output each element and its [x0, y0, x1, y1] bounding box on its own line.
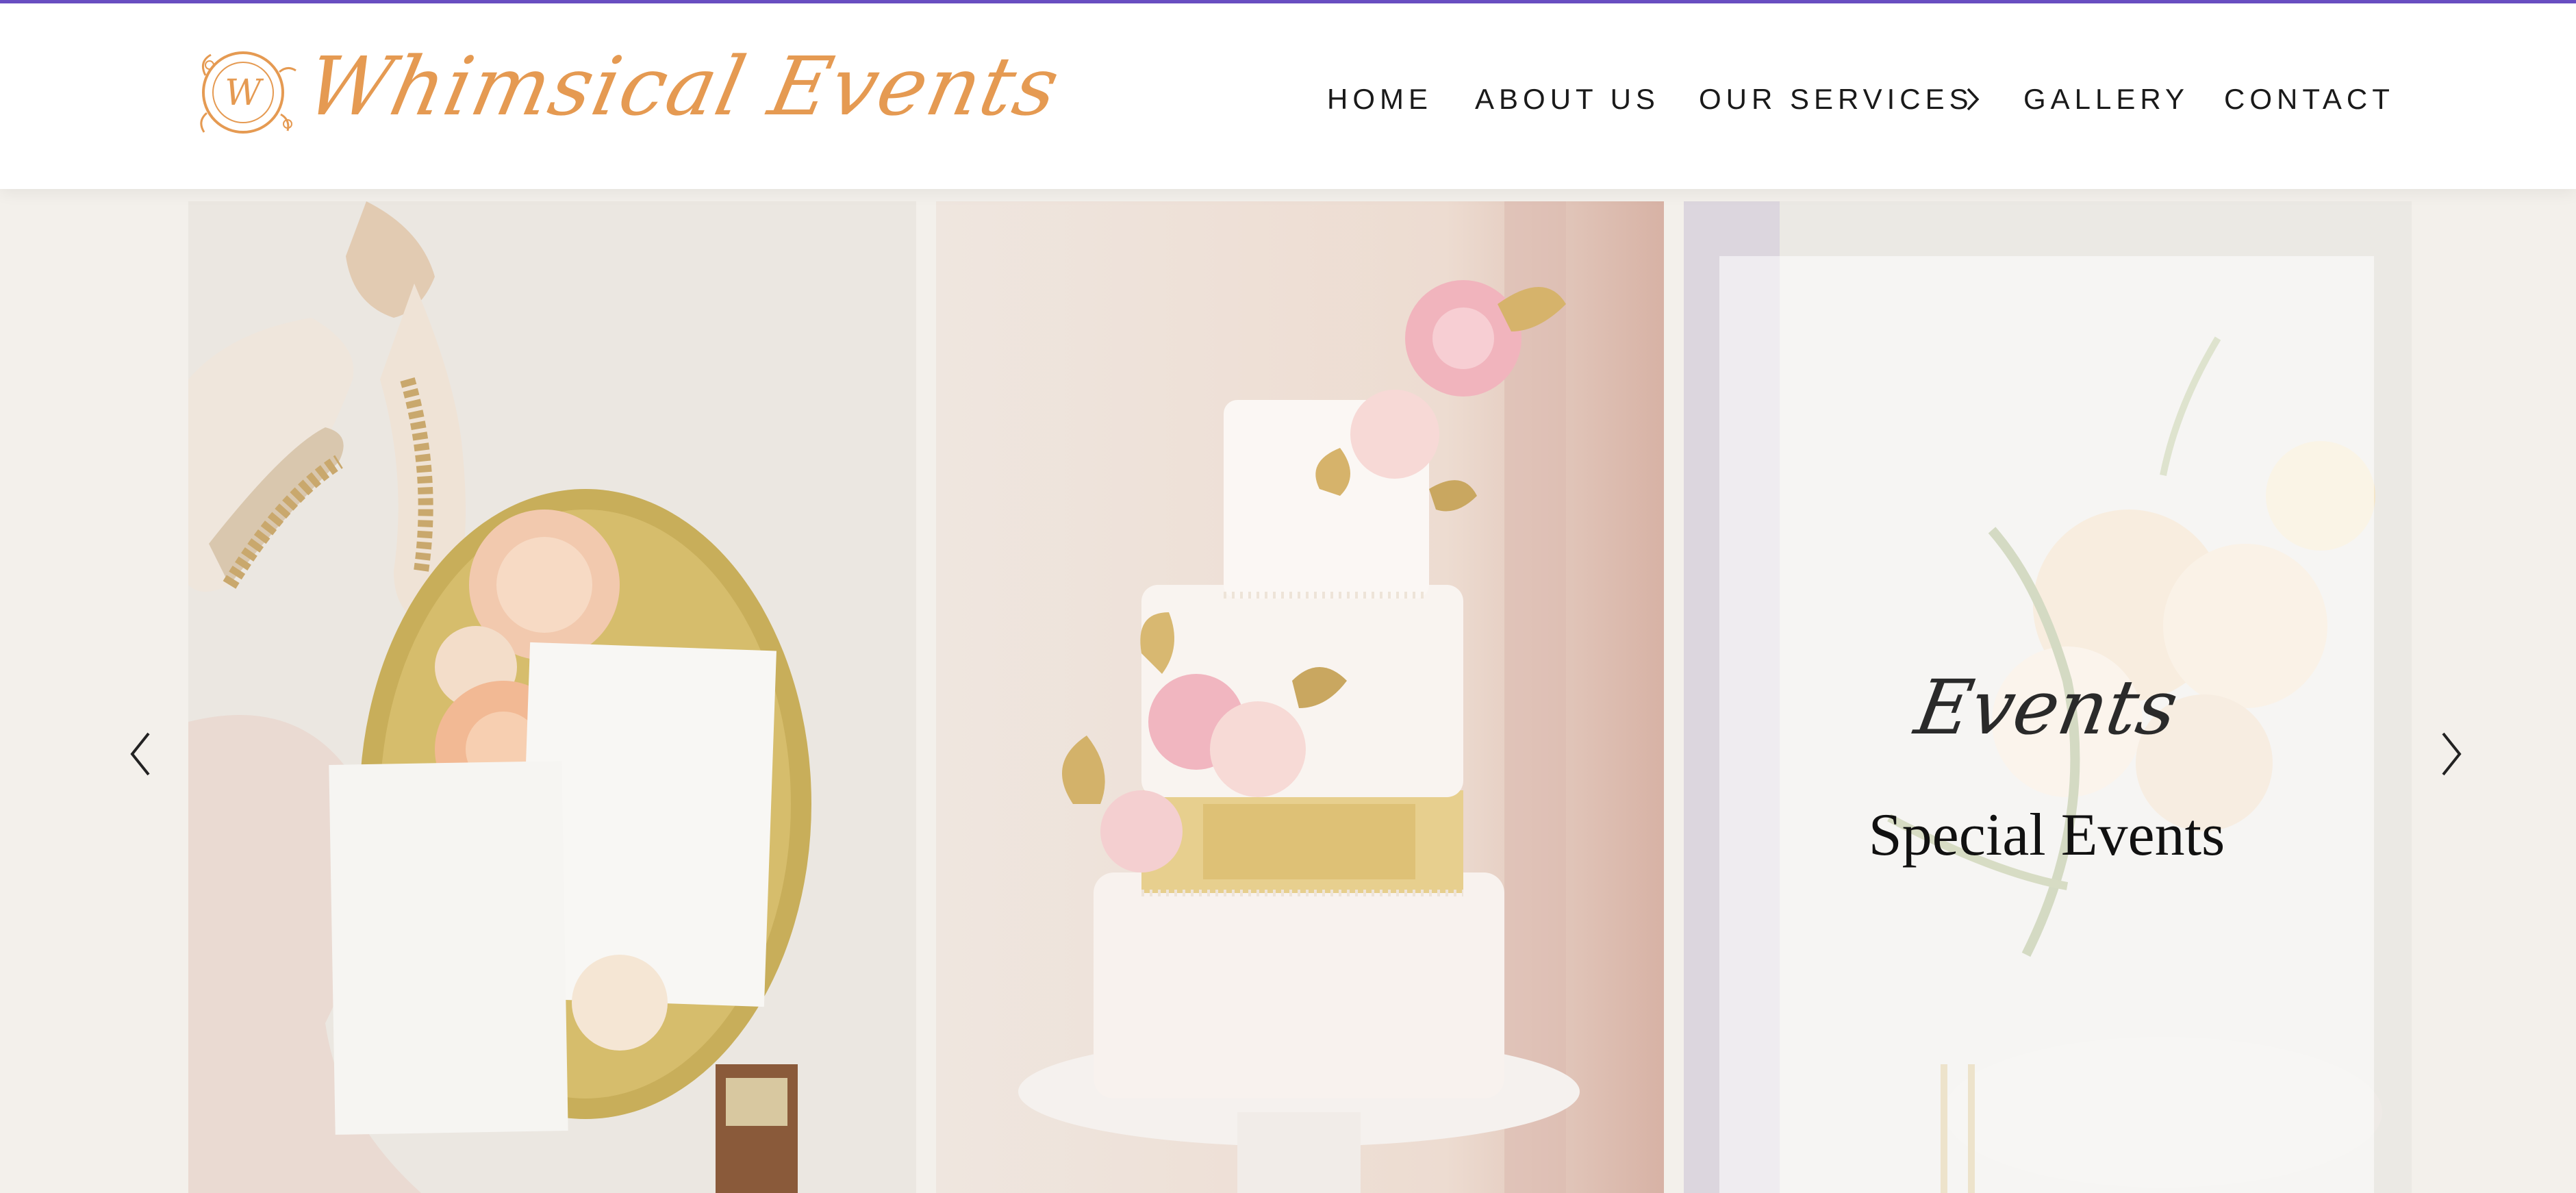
chevron-right-icon[interactable] [2431, 723, 2472, 785]
nav-contact[interactable]: CONTACT [2224, 79, 2395, 120]
image-gallery-carousel: Events Special Events [0, 189, 2576, 1193]
special-events-card[interactable]: Events Special Events [1719, 256, 2374, 1193]
nav-our-services[interactable]: OUR SERVICES [1699, 79, 1973, 120]
chevron-right-icon[interactable] [1958, 85, 1986, 114]
wedding-cake-image [936, 201, 1664, 1193]
nav-gallery[interactable]: GALLERY [2023, 79, 2189, 120]
logo-wordmark: Whimsical Events [298, 39, 1069, 134]
overlay-script-text: Events [1909, 664, 2184, 751]
invitation-flatlay-image [188, 201, 916, 1193]
site-header: W Whimsical Events HOME ABOUT US OUR SER… [0, 3, 2576, 189]
overlay-title: Special Events [1868, 802, 2225, 868]
gallery-slide-cake[interactable] [936, 201, 1664, 1193]
nav-home[interactable]: HOME [1327, 79, 1432, 120]
site-logo[interactable]: W Whimsical Events [192, 31, 1068, 140]
nav-about-us[interactable]: ABOUT US [1475, 79, 1660, 120]
gallery-slide-special-events[interactable]: Events Special Events [1684, 201, 2412, 1193]
chevron-left-icon[interactable] [120, 723, 161, 785]
monogram-letter: W [225, 73, 264, 114]
gallery-slide-invitation[interactable] [188, 201, 916, 1193]
